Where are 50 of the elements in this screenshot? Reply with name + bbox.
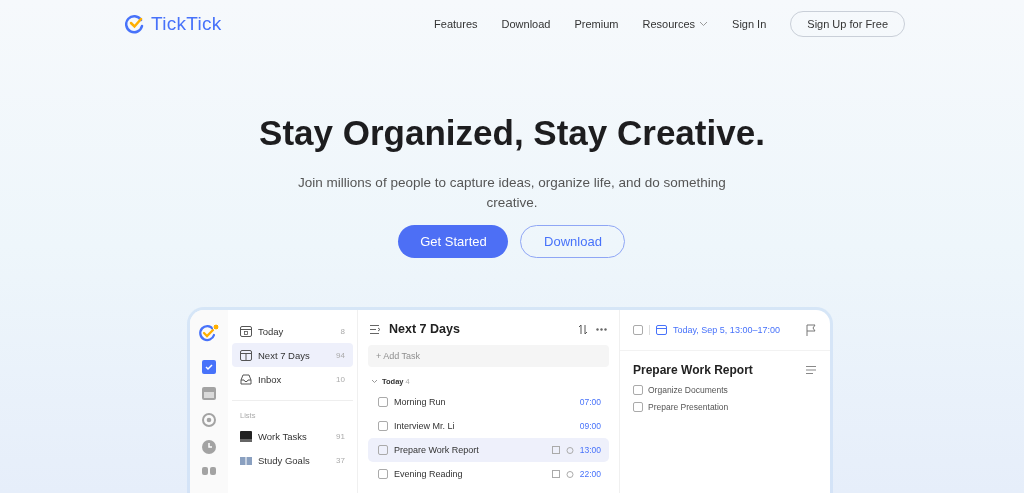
task-checkbox[interactable]	[633, 325, 643, 335]
flag-icon[interactable]	[806, 324, 816, 336]
calendar-icon[interactable]	[202, 387, 216, 400]
task-row[interactable]: Interview Mr. Li 09:00	[368, 414, 609, 438]
task-checkbox[interactable]	[378, 421, 388, 431]
list-icon[interactable]	[806, 366, 816, 374]
target-icon[interactable]	[202, 413, 216, 427]
list-item[interactable]: Inbox 10	[232, 367, 353, 391]
nav-link[interactable]: Download	[501, 18, 551, 30]
list-item[interactable]: Work Tasks 91	[232, 424, 353, 448]
chevron-icon[interactable]	[371, 379, 378, 384]
panel-title: Next 7 Days	[389, 322, 461, 336]
nav-link[interactable]: Features	[434, 18, 478, 30]
task-checkbox[interactable]	[378, 469, 388, 479]
menu-icon[interactable]	[370, 324, 381, 334]
task-checkbox[interactable]	[378, 397, 388, 407]
inbox-icon	[240, 373, 252, 385]
clock-icon[interactable]	[202, 440, 216, 454]
task-title: Prepare Work Report	[633, 363, 753, 377]
subtask-checkbox[interactable]	[633, 384, 643, 395]
task-row[interactable]: Prepare Work Report 13:00	[368, 438, 609, 462]
sort-icon[interactable]	[578, 323, 588, 335]
subtask-title: Organize Documents	[648, 384, 728, 395]
chevron-down-icon	[699, 21, 709, 27]
hero-subtitle: Join millions of people to capture ideas, organize life, and do something creative.	[297, 174, 727, 212]
calendar-icon	[240, 349, 252, 361]
get-started-button[interactable]: Get Started	[398, 225, 509, 258]
folder-icon	[240, 430, 252, 442]
logo-icon	[125, 14, 145, 34]
due-date[interactable]: Today, Sep 5, 13:00–17:00	[673, 325, 800, 335]
hero-title: Stay Organized, Stay Creative.	[259, 113, 765, 153]
more-icon[interactable]	[596, 327, 607, 331]
grid-icon[interactable]	[202, 467, 216, 475]
calendar-icon	[656, 325, 667, 335]
task-row[interactable]: Evening Reading 22:00	[368, 462, 609, 486]
book-icon	[240, 455, 252, 465]
calendar-icon	[240, 325, 252, 337]
task-checkbox[interactable]	[378, 445, 388, 455]
subtask-checkbox[interactable]	[633, 401, 643, 412]
nav-link[interactable]: Sign In	[732, 18, 767, 30]
list-item[interactable]: Study Goals 37	[232, 448, 353, 472]
add-task-field[interactable]: + Add Task	[368, 345, 609, 367]
list-item[interactable]: Next 7 Days 94	[232, 343, 353, 367]
checkbox-icon[interactable]	[202, 360, 216, 374]
nav-link[interactable]: Resources	[642, 18, 709, 30]
subtask-title: Prepare Presentation	[648, 401, 729, 412]
nav-link[interactable]: Premium	[574, 18, 619, 30]
logo-text[interactable]: TickTick	[151, 13, 222, 35]
list-item[interactable]: Today 8	[232, 319, 353, 343]
task-row[interactable]: Morning Run 07:00	[368, 390, 609, 414]
